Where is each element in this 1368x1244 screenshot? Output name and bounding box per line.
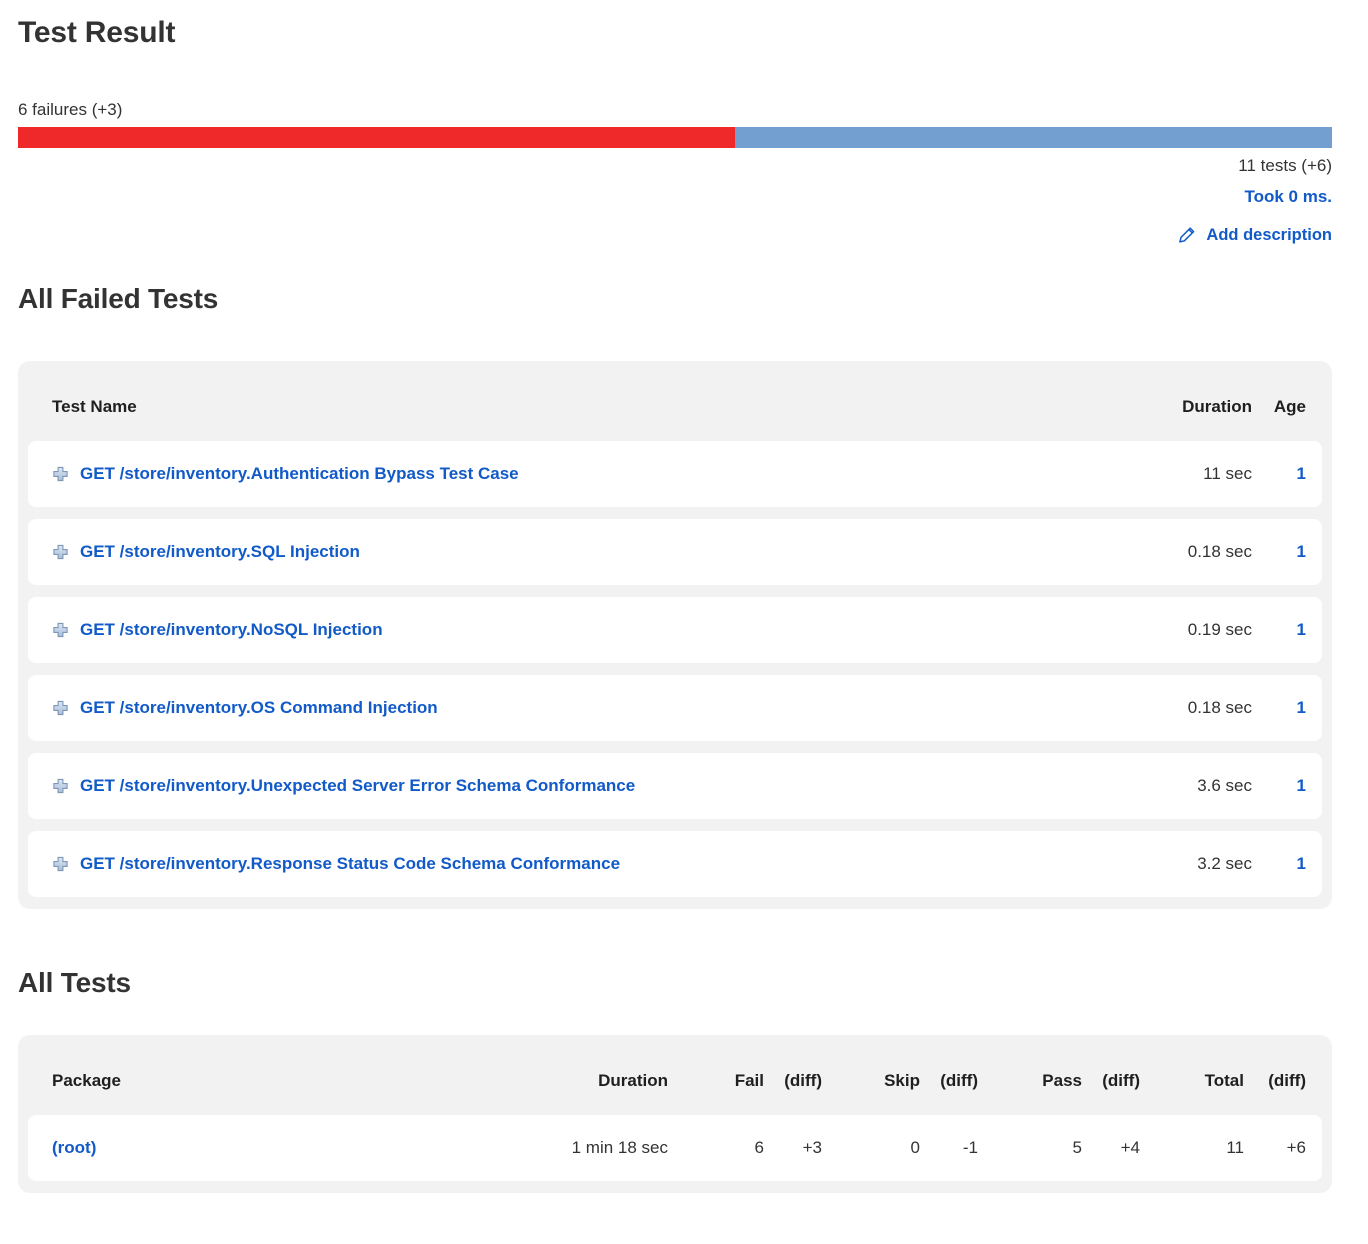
test-age-link[interactable]: 1: [1297, 698, 1306, 717]
column-header-fail: Fail: [668, 1071, 764, 1091]
test-result-page: Test Result 6 failures (+3) 11 tests (+6…: [0, 0, 1368, 1223]
test-name-link[interactable]: GET /store/inventory.Authentication Bypa…: [80, 464, 519, 484]
failed-test-row: GET /store/inventory.NoSQL Injection 0.1…: [28, 597, 1322, 663]
test-duration: 3.6 sec: [1132, 776, 1252, 796]
column-header-total-diff: (diff): [1244, 1071, 1306, 1091]
test-result-bar: [18, 127, 1332, 148]
test-age-link[interactable]: 1: [1297, 854, 1306, 873]
expand-plus-icon[interactable]: [52, 778, 69, 794]
column-header-pass-diff: (diff): [1082, 1071, 1140, 1091]
failed-tests-table: Test Name Duration Age: [18, 361, 1332, 909]
column-header-duration: Duration: [518, 1071, 668, 1091]
all-tests-table-header: Package Duration Fail (diff) Skip (diff)…: [28, 1045, 1322, 1115]
test-age-link[interactable]: 1: [1297, 542, 1306, 561]
add-description-label: Add description: [1206, 226, 1332, 245]
package-link[interactable]: (root): [52, 1138, 96, 1157]
expand-plus-icon[interactable]: [52, 622, 69, 638]
column-header-pass: Pass: [978, 1071, 1082, 1091]
expand-plus-icon[interactable]: [52, 544, 69, 560]
page-title: Test Result: [18, 16, 1332, 50]
test-name-link[interactable]: GET /store/inventory.OS Command Injectio…: [80, 698, 438, 718]
failed-test-row: GET /store/inventory.Unexpected Server E…: [28, 753, 1322, 819]
skip-diff: -1: [920, 1138, 978, 1158]
failed-test-row: GET /store/inventory.Authentication Bypa…: [28, 441, 1322, 507]
passes-bar-fill: [735, 127, 1332, 148]
column-header-skip-diff: (diff): [920, 1071, 978, 1091]
skip-count: 0: [822, 1138, 920, 1158]
test-age-link[interactable]: 1: [1297, 776, 1306, 795]
test-name-link[interactable]: GET /store/inventory.SQL Injection: [80, 542, 360, 562]
column-header-test-name: Test Name: [52, 397, 1132, 417]
tests-count-label: 11 tests (+6): [1238, 154, 1332, 178]
failed-tests-heading: All Failed Tests: [18, 283, 1332, 315]
edit-pencil-icon: [1177, 225, 1197, 245]
test-age-link[interactable]: 1: [1297, 464, 1306, 483]
failures-bar-fill: [18, 127, 735, 148]
expand-plus-icon[interactable]: [52, 856, 69, 872]
all-tests-heading: All Tests: [18, 967, 1332, 999]
failed-test-row: GET /store/inventory.OS Command Injectio…: [28, 675, 1322, 741]
column-header-package: Package: [52, 1071, 518, 1091]
fail-count: 6: [668, 1138, 764, 1158]
column-header-fail-diff: (diff): [764, 1071, 822, 1091]
took-duration-link[interactable]: Took 0 ms.: [1244, 184, 1332, 210]
test-duration: 3.2 sec: [1132, 854, 1252, 874]
test-name-link[interactable]: GET /store/inventory.NoSQL Injection: [80, 620, 383, 640]
test-duration: 11 sec: [1132, 464, 1252, 484]
test-name-link[interactable]: GET /store/inventory.Unexpected Server E…: [80, 776, 635, 796]
result-meta: 11 tests (+6) Took 0 ms. Add description: [18, 154, 1332, 245]
expand-plus-icon[interactable]: [52, 466, 69, 482]
test-name-link[interactable]: GET /store/inventory.Response Status Cod…: [80, 854, 620, 874]
column-header-skip: Skip: [822, 1071, 920, 1091]
add-description-button[interactable]: Add description: [1177, 225, 1332, 245]
failed-tests-table-header: Test Name Duration Age: [28, 371, 1322, 441]
column-header-age: Age: [1252, 397, 1306, 417]
package-row: (root) 1 min 18 sec 6 +3 0 -1 5 +4 11 +6: [28, 1115, 1322, 1181]
failed-test-row: GET /store/inventory.Response Status Cod…: [28, 831, 1322, 897]
total-count: 11: [1140, 1138, 1244, 1158]
pass-count: 5: [978, 1138, 1082, 1158]
test-duration: 0.18 sec: [1132, 542, 1252, 562]
column-header-duration: Duration: [1132, 397, 1252, 417]
test-duration: 0.18 sec: [1132, 698, 1252, 718]
test-duration: 0.19 sec: [1132, 620, 1252, 640]
test-age-link[interactable]: 1: [1297, 620, 1306, 639]
all-tests-table: Package Duration Fail (diff) Skip (diff)…: [18, 1035, 1332, 1193]
total-diff: +6: [1244, 1138, 1306, 1158]
package-duration: 1 min 18 sec: [518, 1138, 668, 1158]
fail-diff: +3: [764, 1138, 822, 1158]
pass-diff: +4: [1082, 1138, 1140, 1158]
expand-plus-icon[interactable]: [52, 700, 69, 716]
failed-test-row: GET /store/inventory.SQL Injection 0.18 …: [28, 519, 1322, 585]
column-header-total: Total: [1140, 1071, 1244, 1091]
failures-count-label: 6 failures (+3): [18, 100, 1332, 120]
